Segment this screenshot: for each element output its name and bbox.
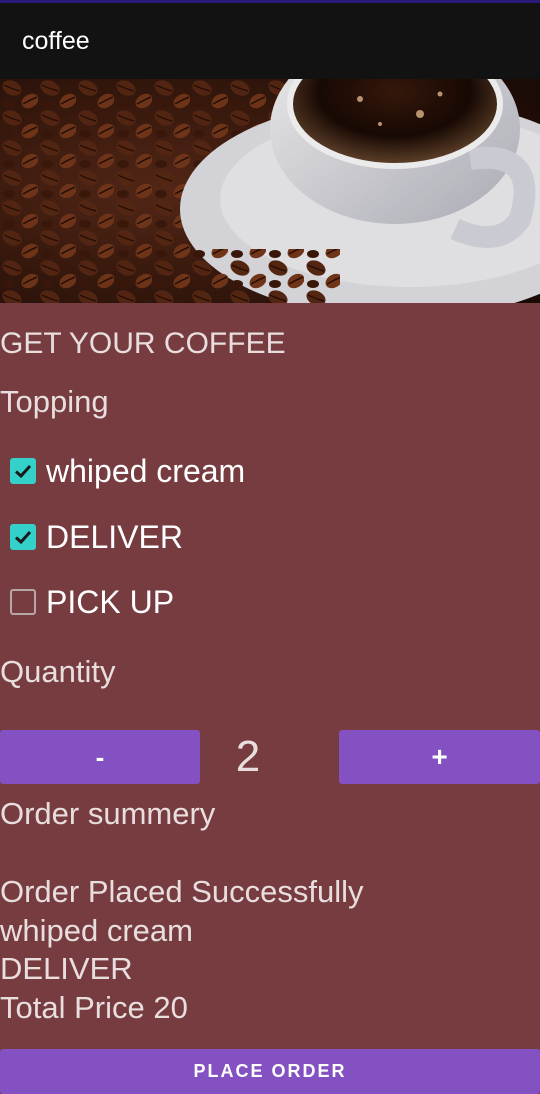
app-bar: coffee — [0, 3, 540, 79]
summary-line: DELIVER — [0, 951, 133, 986]
increment-button[interactable]: + — [339, 730, 540, 784]
section-heading: GET YOUR COFFEE — [0, 327, 286, 360]
summary-line: whiped cream — [0, 912, 193, 948]
deliver-checkbox[interactable]: DELIVER — [8, 517, 183, 557]
checkbox-checked-icon — [10, 524, 36, 550]
whipped-cream-label: whiped cream — [46, 452, 246, 489]
place-order-button[interactable]: PLACE ORDER — [0, 1049, 540, 1094]
checkbox-checked-icon — [10, 458, 36, 484]
order-summary-label: Order summery — [0, 796, 216, 831]
topping-label: Topping — [0, 384, 109, 419]
checkmark-icon — [14, 464, 32, 479]
coffee-image-illustration — [0, 79, 540, 303]
pick-up-label: PICK UP — [46, 583, 175, 620]
quantity-label: Quantity — [0, 654, 116, 689]
summary-line: Order Placed Successfully — [0, 874, 364, 909]
checkbox-unchecked-icon — [10, 589, 36, 615]
summary-line: Total Price 20 — [0, 989, 188, 1025]
coffee-hero-image — [0, 79, 540, 303]
checkmark-icon — [14, 530, 32, 545]
pick-up-checkbox[interactable]: PICK UP — [8, 582, 174, 622]
whipped-cream-checkbox[interactable]: whiped cream — [8, 451, 245, 491]
quantity-value: 2 — [235, 732, 261, 781]
deliver-label: DELIVER — [46, 518, 183, 555]
decrement-button[interactable]: - — [0, 730, 200, 784]
app-title: coffee — [22, 27, 90, 55]
order-summary-text: Order Placed Successfully whiped cream D… — [0, 873, 364, 1027]
